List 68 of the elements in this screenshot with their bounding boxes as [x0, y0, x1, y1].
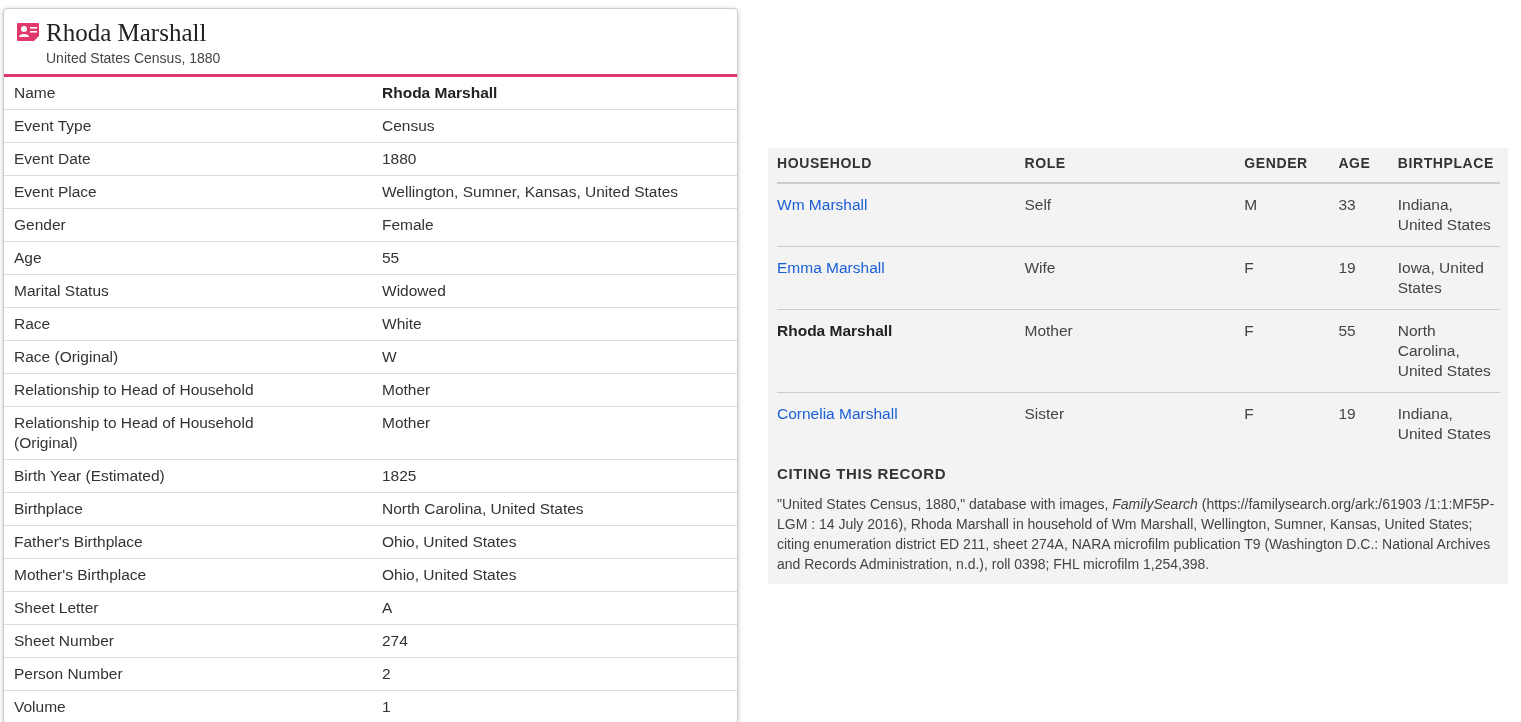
field-value: 55	[382, 248, 401, 268]
column-header: AGE	[1338, 155, 1371, 171]
role-cell: Wife	[1024, 259, 1056, 276]
field-label: Gender	[14, 215, 67, 235]
field-value: W	[382, 347, 398, 367]
field-value: 2	[382, 664, 392, 684]
age-cell: 55	[1338, 322, 1356, 339]
person-link[interactable]: Emma Marshall	[777, 259, 885, 276]
field-label: Race	[14, 314, 52, 334]
field-label: Person Number	[14, 664, 124, 684]
field-label: Sheet Letter	[14, 598, 100, 618]
field-label: Marital Status	[14, 281, 110, 301]
field-value: 1880	[382, 149, 418, 169]
birthplace-cell: Iowa, United States	[1397, 259, 1484, 296]
field-label: Relationship to Head of Household (Original)	[14, 413, 255, 453]
gender-cell: F	[1244, 405, 1254, 422]
age-cell: 33	[1338, 196, 1356, 213]
gender-cell: F	[1244, 259, 1254, 276]
field-label: Sheet Number	[14, 631, 115, 651]
column-header: HOUSEHOLD	[777, 155, 872, 171]
person-name: Rhoda Marshall	[777, 322, 893, 339]
field-value: Mother	[382, 413, 432, 433]
field-value: Census	[382, 116, 436, 136]
citation-text: "United States Census, 1880," database with images, FamilySearch (https://familysearch.org/ark:/61903 /1:1:MF5P-LGM : 14 July 2016), Rhoda Marshall in household of Wm Marshall, Wellington, Sumner, Kansas, United States; citing enumeration district ED 211, sheet 274A, NARA microfilm publication T9 (Washington D.C.: National Archives and Records Administration, n.d.), roll 0398; FHL microfilm 1,254,398.	[777, 495, 1496, 574]
birthplace-cell: North Carolina, United States	[1397, 322, 1491, 379]
gender-cell: F	[1244, 322, 1254, 339]
field-label: Birth Year (Estimated)	[14, 466, 166, 486]
field-label: Age	[14, 248, 43, 268]
field-label: Name	[14, 83, 57, 103]
section-heading: CITING THIS RECORD	[777, 465, 948, 482]
field-value: A	[382, 598, 394, 618]
field-value: Ohio, United States	[382, 532, 518, 552]
column-header: ROLE	[1024, 155, 1066, 171]
field-value: Mother	[382, 380, 432, 400]
field-value: North Carolina, United States	[382, 499, 585, 519]
field-label: Race (Original)	[14, 347, 120, 367]
column-header: GENDER	[1244, 155, 1308, 171]
field-value: 1	[382, 697, 392, 717]
collection-name: United States Census, 1880	[46, 50, 221, 66]
age-cell: 19	[1338, 259, 1356, 276]
field-value: Ohio, United States	[382, 565, 518, 585]
field-label: Event Place	[14, 182, 98, 202]
field-value: White	[382, 314, 423, 334]
field-label: Event Type	[14, 116, 93, 136]
field-value: Rhoda Marshall	[382, 83, 499, 103]
field-label: Volume	[14, 697, 67, 717]
field-value: Female	[382, 215, 435, 235]
field-value: 274	[382, 631, 409, 651]
field-label: Event Date	[14, 149, 92, 169]
field-label: Mother's Birthplace	[14, 565, 148, 585]
role-cell: Mother	[1024, 322, 1073, 339]
field-label: Birthplace	[14, 499, 84, 519]
birthplace-cell: Indiana, United States	[1397, 405, 1491, 442]
field-value: Widowed	[382, 281, 447, 301]
record-title: Rhoda Marshall	[46, 19, 208, 47]
birthplace-cell: Indiana, United States	[1397, 196, 1491, 233]
role-cell: Self	[1024, 196, 1052, 213]
field-label: Relationship to Head of Household	[14, 380, 255, 400]
age-cell: 19	[1338, 405, 1356, 422]
field-value: 1825	[382, 466, 418, 486]
person-link[interactable]: Wm Marshall	[777, 196, 868, 213]
person-link[interactable]: Cornelia Marshall	[777, 405, 898, 422]
id-card-icon	[16, 22, 40, 42]
role-cell: Sister	[1024, 405, 1065, 422]
column-header: BIRTHPLACE	[1397, 155, 1494, 171]
gender-cell: M	[1244, 196, 1258, 213]
field-label: Father's Birthplace	[14, 532, 144, 552]
field-value: Wellington, Sumner, Kansas, United States	[382, 182, 680, 202]
